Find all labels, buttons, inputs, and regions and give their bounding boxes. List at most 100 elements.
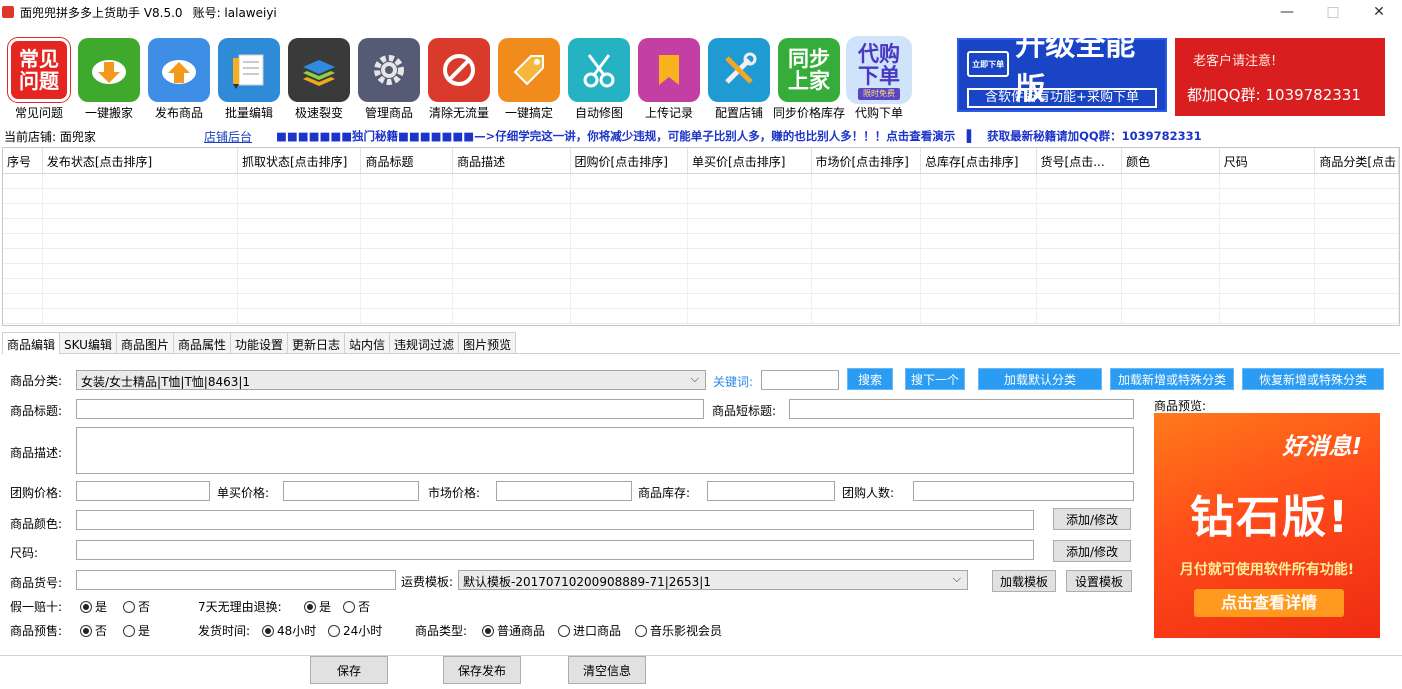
search-next-button[interactable]: 搜下一个 (905, 368, 965, 390)
tab-item[interactable]: 图片预览 (458, 332, 517, 353)
grid-cell (571, 234, 689, 248)
return-policy-yes[interactable]: 是 (304, 598, 331, 615)
load-template-button[interactable]: 加载模板 (992, 570, 1056, 592)
toolbar-upload-log-button[interactable]: 上传记录 (634, 34, 704, 120)
close-button[interactable]: ✕ (1356, 0, 1402, 24)
tab-item[interactable]: 站内信 (344, 332, 391, 353)
grid-cell (1315, 204, 1399, 218)
toolbar-publish-button[interactable]: 发布商品 (144, 34, 214, 120)
add-size-button[interactable]: 添加/修改 (1053, 540, 1131, 562)
toolbar-auto-retouch-button[interactable]: 自动修图 (564, 34, 634, 120)
set-template-button[interactable]: 设置模板 (1066, 570, 1132, 592)
grid-column-header[interactable]: 总库存[点击排序] (921, 148, 1037, 173)
grid-column-header[interactable]: 单买价[点击排序] (688, 148, 812, 173)
size-input[interactable] (76, 540, 1034, 560)
type-music[interactable]: 音乐影视会员 (635, 622, 722, 639)
info-line: 当前店铺: 面兜家 店铺后台 ■■■■■■■独门秘籍■■■■■■■—>仔细学完这… (4, 128, 1402, 144)
grid-cell (1037, 279, 1123, 293)
tab-item[interactable]: 违规词过滤 (389, 332, 460, 353)
toolbar-move-button[interactable]: 一键搬家 (74, 34, 144, 120)
group-count-input[interactable] (913, 481, 1134, 501)
grid-cell (812, 189, 922, 203)
product-preview-ad[interactable]: 好消息! 钻石版! 月付就可使用软件所有功能! 点击查看详情 (1154, 413, 1380, 638)
grid-cell (1122, 264, 1220, 278)
faq-icon: 常见 问题 (8, 38, 70, 102)
group-price-input[interactable] (76, 481, 210, 501)
grid-cell (1037, 294, 1123, 308)
toolbar-manage-button[interactable]: 管理商品 (354, 34, 424, 120)
color-input[interactable] (76, 510, 1034, 530)
save-button[interactable]: 保存 (310, 656, 388, 684)
type-normal[interactable]: 普通商品 (482, 622, 545, 639)
toolbar-one-click-button[interactable]: 一键搞定 (494, 34, 564, 120)
keyword-input[interactable] (761, 370, 839, 390)
tab-item[interactable]: 商品属性 (172, 332, 231, 353)
grid-column-header[interactable]: 货号[点击... (1037, 148, 1123, 173)
tip-marquee[interactable]: ■■■■■■■独门秘籍■■■■■■■—>仔细学完这一讲，你将减少违规，可能单子比… (276, 128, 1202, 144)
single-price-input[interactable] (283, 481, 419, 501)
grid-cell (688, 204, 812, 218)
toolbar-faq-button[interactable]: 常见 问题 常见问题 (4, 34, 74, 120)
save-publish-button[interactable]: 保存发布 (443, 656, 521, 684)
restore-category-button[interactable]: 恢复新增或特殊分类 (1242, 368, 1384, 390)
chevron-down-icon: ⌵ (690, 372, 699, 385)
toolbar-sync-price-button[interactable]: 同步 上家 同步价格库存 (773, 34, 845, 120)
maximize-button[interactable]: □ (1310, 0, 1356, 24)
gear-icon (358, 38, 420, 102)
grid-cell (453, 249, 571, 263)
product-grid[interactable]: 序号 发布状态[点击排序] 抓取状态[点击排序] 商品标题 商品描述 团购价[点击排序] 单… (2, 147, 1400, 326)
grid-column-header[interactable]: 商品描述 (453, 148, 571, 173)
short-title-input[interactable] (789, 399, 1134, 419)
search-button[interactable]: 搜索 (847, 368, 893, 390)
toolbar-batch-edit-button[interactable]: 批量编辑 (214, 34, 284, 120)
grid-column-header[interactable]: 商品分类[点击 (1315, 148, 1399, 173)
title-input[interactable] (76, 399, 704, 419)
stock-input[interactable] (707, 481, 835, 501)
load-new-category-button[interactable]: 加载新增或特殊分类 (1110, 368, 1234, 390)
grid-column-header[interactable]: 商品标题 (361, 148, 454, 173)
color-label: 商品颜色: (10, 517, 63, 531)
grid-column-header[interactable]: 团购价[点击排序] (571, 148, 689, 173)
shipping-template-select[interactable]: 默认模板-20170710200908889-71|2653|1 ⌵ (458, 570, 968, 590)
store-backend-link[interactable]: 店铺后台 (204, 128, 276, 145)
tab-item[interactable]: 功能设置 (230, 332, 289, 353)
load-default-category-button[interactable]: 加载默认分类 (978, 368, 1102, 390)
toolbar-clear-traffic-button[interactable]: 清除无流量 (424, 34, 494, 120)
return-policy-no[interactable]: 否 (343, 598, 370, 615)
fake-compensate-no[interactable]: 否 (123, 598, 150, 615)
ship-time-24h[interactable]: 24小时 (328, 622, 382, 639)
ad-cta-button[interactable]: 点击查看详情 (1194, 589, 1344, 617)
notice-banner[interactable]: 老客户请注意! 都加QQ群: 1039782331 (1175, 38, 1385, 116)
tab-item[interactable]: 更新日志 (287, 332, 346, 353)
category-label: 商品分类: (10, 374, 63, 388)
grid-column-header[interactable]: 颜色 (1122, 148, 1220, 173)
grid-cell (361, 204, 454, 218)
tab-item[interactable]: 商品编辑 (2, 332, 61, 354)
grid-column-header[interactable]: 尺码 (1220, 148, 1316, 173)
minimize-button[interactable]: — (1264, 0, 1310, 24)
grid-cell (361, 279, 454, 293)
grid-column-header[interactable]: 序号 (3, 148, 43, 173)
fake-compensate-yes[interactable]: 是 (80, 598, 107, 615)
ship-time-48h[interactable]: 48小时 (262, 622, 316, 639)
toolbar-config-store-button[interactable]: 配置店铺 (704, 34, 774, 120)
sku-input[interactable] (76, 570, 396, 590)
presale-no[interactable]: 否 (80, 622, 107, 639)
radio-unselected (123, 601, 135, 613)
grid-column-header[interactable]: 抓取状态[点击排序] (238, 148, 362, 173)
tab-item[interactable]: 商品图片 (115, 332, 174, 353)
grid-column-header[interactable]: 发布状态[点击排序] (43, 148, 238, 173)
market-price-input[interactable] (496, 481, 632, 501)
grid-column-header[interactable]: 市场价[点击排序] (812, 148, 922, 173)
add-color-button[interactable]: 添加/修改 (1053, 508, 1131, 530)
toolbar-fission-button[interactable]: 极速裂变 (284, 34, 354, 120)
category-select[interactable]: 女装/女士精品|T恤|T恤|8463|1 ⌵ (76, 370, 706, 390)
tab-item[interactable]: SKU编辑 (59, 332, 117, 353)
clear-info-button[interactable]: 清空信息 (568, 656, 646, 684)
upgrade-banner[interactable]: 立即下单 升级全能版 含软件所有功能+采购下单 (957, 28, 1167, 112)
grid-cell (238, 234, 362, 248)
presale-yes[interactable]: 是 (123, 622, 150, 639)
toolbar-purchase-order-button[interactable]: 代购 下单 限时免费 代购下单 (844, 34, 914, 120)
description-input[interactable] (76, 427, 1134, 474)
type-import[interactable]: 进口商品 (558, 622, 621, 639)
